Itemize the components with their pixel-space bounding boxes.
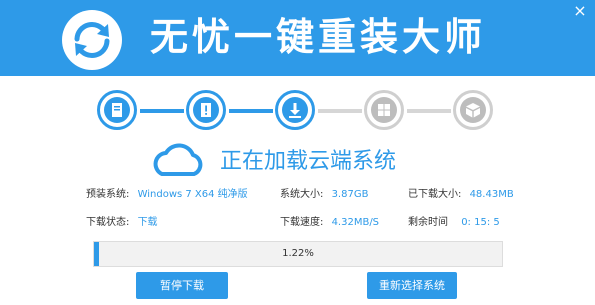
remaining-info: 剩余时间 0: 15: 5	[408, 216, 500, 230]
state-value: 下载	[137, 217, 158, 228]
close-button[interactable]: ×	[571, 2, 589, 20]
document-icon	[97, 90, 137, 130]
speed-label: 下载速度:	[280, 217, 324, 228]
download-progress-bar: 1.22%	[93, 241, 503, 267]
pause-download-button[interactable]: 暂停下载	[136, 272, 228, 299]
status-title: 正在加载云端系统	[220, 149, 397, 174]
step-connector	[318, 109, 362, 113]
state-label: 下载状态:	[86, 217, 130, 228]
step-connector	[140, 109, 184, 113]
speed-info: 下载速度: 4.32MB/S	[280, 216, 379, 230]
size-value: 3.87GB	[331, 189, 369, 200]
refresh-logo-icon	[62, 10, 122, 70]
cloud-icon	[148, 140, 208, 180]
app-title: 无忧一键重装大师	[150, 15, 487, 59]
system-info: 预装系统: Windows 7 X64 纯净版	[86, 188, 248, 202]
reselect-system-button[interactable]: 重新选择系统	[367, 272, 457, 299]
progress-label: 1.22%	[282, 248, 314, 259]
size-info: 系统大小: 3.87GB	[280, 188, 368, 202]
alert-document-icon	[186, 90, 226, 130]
remaining-value: 0: 15: 5	[461, 217, 500, 228]
download-icon	[275, 90, 315, 130]
progress-stepper	[0, 90, 595, 134]
state-info: 下载状态: 下载	[86, 216, 158, 230]
windows-icon	[364, 90, 404, 130]
system-label: 预装系统:	[86, 189, 130, 200]
remaining-label: 剩余时间	[408, 217, 448, 228]
downloaded-value: 48.43MB	[469, 189, 514, 200]
package-icon	[453, 90, 493, 130]
app-header: 无忧一键重装大师 ×	[0, 0, 595, 76]
step-connector	[229, 109, 273, 113]
system-value: Windows 7 X64 纯净版	[137, 189, 248, 200]
step-connector	[407, 109, 451, 113]
size-label: 系统大小:	[280, 189, 324, 200]
downloaded-info: 已下载大小: 48.43MB	[408, 188, 514, 202]
downloaded-label: 已下载大小:	[408, 189, 462, 200]
speed-value: 4.32MB/S	[331, 217, 380, 228]
